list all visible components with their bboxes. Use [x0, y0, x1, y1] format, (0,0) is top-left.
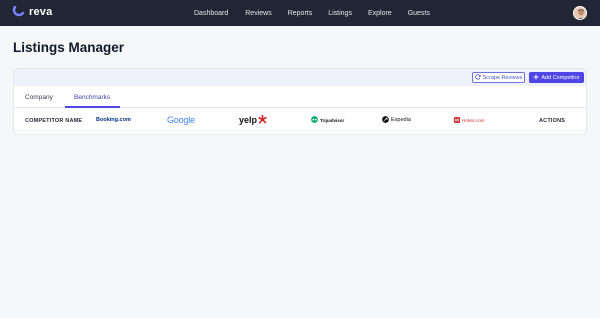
table-header-row: COMPETITOR NAME Booking.com Google yelp …: [14, 109, 586, 131]
hotels-h-icon: [454, 116, 460, 124]
reva-logo-icon: [12, 5, 25, 18]
nav-item-reports[interactable]: Reports: [288, 10, 313, 17]
expedia-logo: Expedia: [382, 115, 411, 125]
expedia-label: Expedia: [391, 117, 411, 123]
tab-company[interactable]: Company: [25, 94, 53, 101]
add-competitor-label: Add Competitor: [541, 74, 580, 81]
tab-benchmarks[interactable]: Benchmarks: [74, 94, 110, 101]
active-tab-indicator: [65, 106, 120, 108]
booking-label: Booking.com: [96, 117, 131, 123]
card-toolbar: Scrape Reviews Add Competitor: [14, 69, 586, 86]
tabs-bar: Company Benchmarks: [14, 86, 586, 108]
nav-item-dashboard[interactable]: Dashboard: [194, 10, 228, 17]
user-avatar[interactable]: [573, 6, 587, 20]
yelp-burst-icon: [258, 114, 267, 126]
top-navigation-bar: reva Dashboard Reviews Reports Listings …: [0, 0, 600, 26]
nav-item-reviews[interactable]: Reviews: [245, 10, 271, 17]
google-label: Google: [167, 115, 195, 125]
tripadvisor-logo: Tripadvisor: [311, 115, 344, 125]
hotels-label: Hotels.com: [462, 117, 485, 123]
hotels-logo: Hotels.com: [454, 115, 485, 125]
tripadvisor-owl-icon: [311, 116, 318, 124]
yelp-label: yelp: [239, 115, 258, 125]
add-competitor-button[interactable]: Add Competitor: [529, 72, 584, 83]
yelp-logo: yelp: [239, 114, 267, 126]
booking-logo: Booking.com: [96, 115, 131, 125]
page-title: Listings Manager: [13, 40, 125, 55]
nav-item-guests[interactable]: Guests: [408, 10, 430, 17]
scrape-reviews-label: Scrape Reviews: [482, 74, 523, 81]
app-name: reva: [29, 5, 53, 18]
scrape-reviews-button[interactable]: Scrape Reviews: [472, 72, 525, 83]
nav-item-explore[interactable]: Explore: [368, 10, 392, 17]
tripadvisor-label: Tripadvisor: [320, 117, 345, 123]
nav-item-listings[interactable]: Listings: [328, 10, 352, 17]
google-logo: Google: [167, 115, 195, 125]
actions-header: ACTIONS: [539, 118, 566, 124]
expedia-plane-icon: [382, 115, 389, 125]
plus-icon: [533, 74, 539, 82]
main-nav: Dashboard Reviews Reports Listings Explo…: [194, 0, 430, 26]
listings-card: Scrape Reviews Add Competitor Company Be…: [13, 68, 587, 135]
competitor-name-header: COMPETITOR NAME: [25, 118, 83, 124]
refresh-icon: [474, 73, 481, 82]
app-logo[interactable]: reva: [12, 5, 52, 18]
